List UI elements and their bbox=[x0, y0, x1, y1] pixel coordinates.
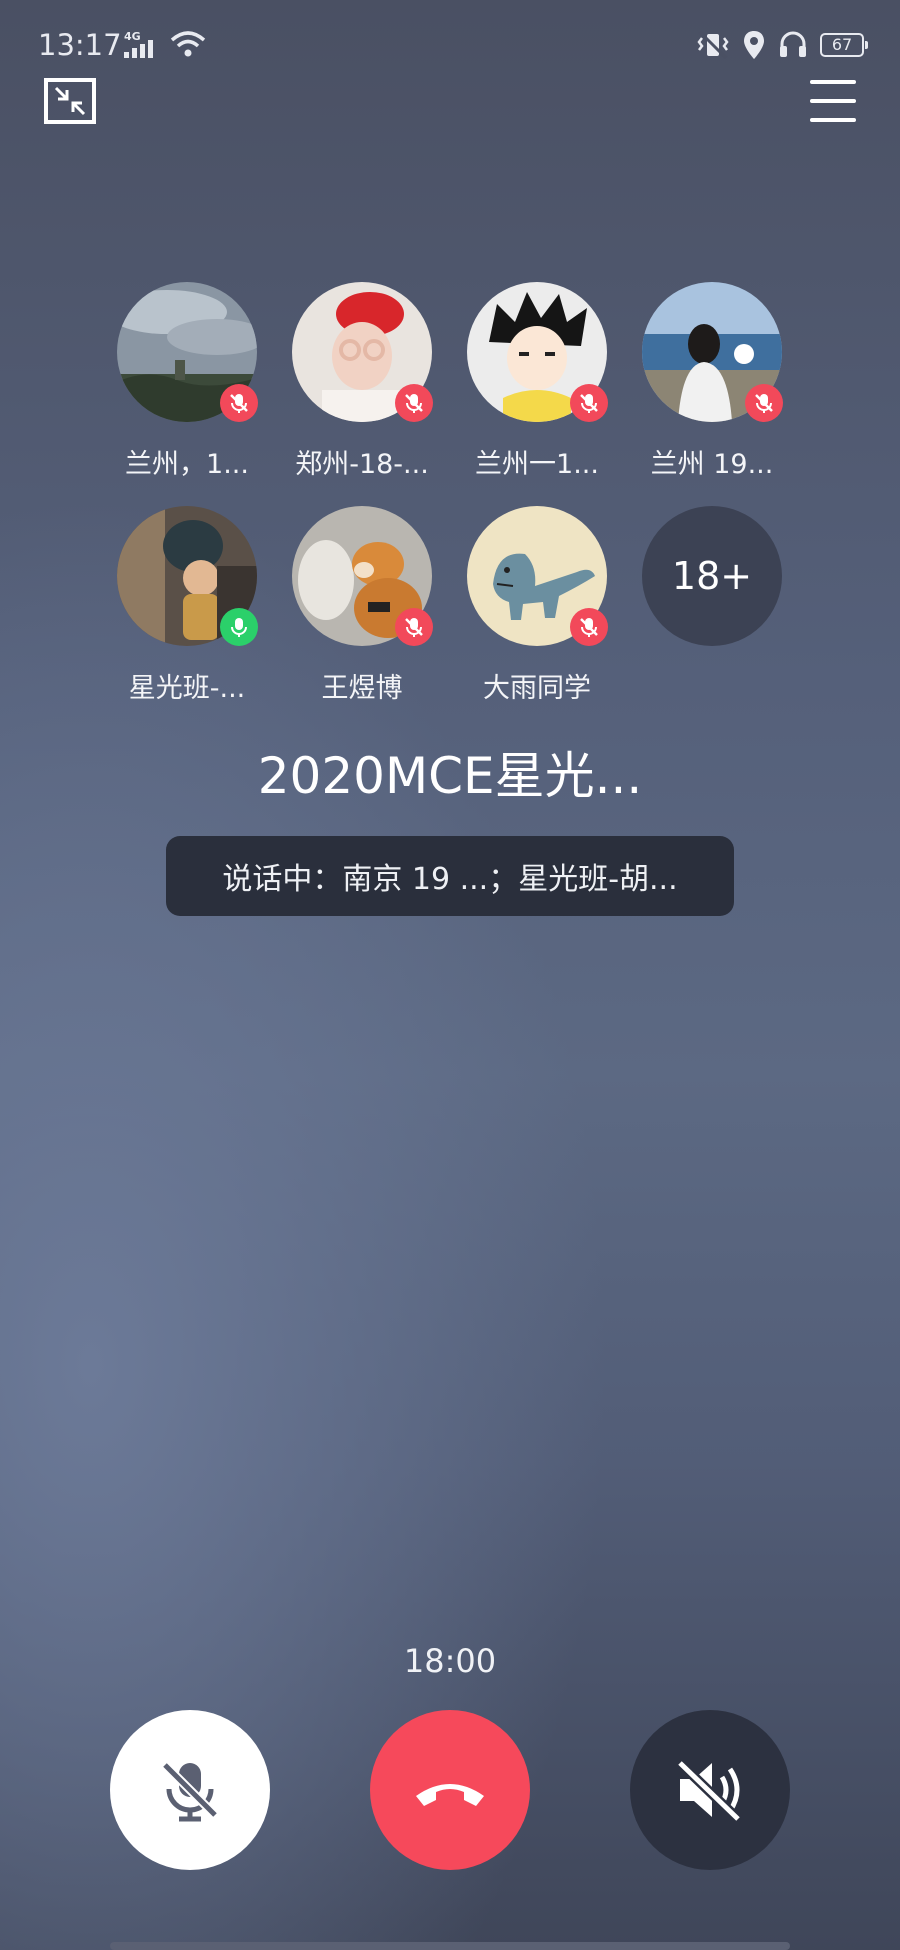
participant-tile[interactable]: 王煜博 bbox=[277, 506, 433, 706]
more-participants-tile[interactable]: 18+ bbox=[627, 506, 782, 706]
mic-muted-icon bbox=[755, 394, 773, 413]
mic-icon bbox=[231, 618, 247, 637]
participant-tile[interactable]: 兰州，1... bbox=[102, 282, 258, 482]
mic-muted-icon bbox=[405, 394, 423, 413]
participant-name: 兰州 19... bbox=[650, 449, 774, 480]
mute-mic-button[interactable] bbox=[110, 1710, 270, 1870]
participant-tile[interactable]: 兰州 19... bbox=[627, 282, 783, 482]
battery-icon: 67 bbox=[820, 33, 868, 57]
participant-name: 星光班-... bbox=[128, 673, 246, 704]
mic-muted-icon bbox=[580, 394, 598, 413]
speaker-muted-icon bbox=[676, 1759, 742, 1823]
vibrate-icon bbox=[697, 30, 729, 60]
participant-grid: 兰州，1... 郑州-18-... 兰州一1... 兰州 19... 星光班-.… bbox=[102, 282, 802, 704]
speaker-toggle-button[interactable] bbox=[630, 1710, 790, 1870]
home-indicator[interactable] bbox=[110, 1942, 790, 1950]
wifi-icon bbox=[170, 31, 206, 57]
location-icon bbox=[744, 31, 764, 59]
participant-tile[interactable]: 星光班-... bbox=[102, 506, 258, 706]
minimize-icon bbox=[54, 86, 86, 116]
menu-button[interactable] bbox=[810, 80, 856, 122]
menu-icon-bar bbox=[810, 80, 856, 84]
participant-name: 郑州-18-... bbox=[295, 449, 429, 480]
status-bar: 13:17 4G 67 bbox=[0, 0, 900, 90]
mic-muted-icon bbox=[161, 1761, 219, 1822]
mic-muted-badge bbox=[395, 608, 433, 646]
mic-muted-icon bbox=[230, 394, 248, 413]
mic-muted-badge bbox=[220, 384, 258, 422]
mic-muted-badge bbox=[395, 384, 433, 422]
menu-icon-bar bbox=[810, 99, 856, 103]
headset-icon bbox=[780, 31, 806, 57]
participant-name: 王煜博 bbox=[321, 673, 403, 704]
participant-tile[interactable]: 郑州-18-... bbox=[277, 282, 433, 482]
mic-speaking-badge bbox=[220, 608, 258, 646]
mic-muted-icon bbox=[580, 618, 598, 637]
hangup-button[interactable] bbox=[370, 1710, 530, 1870]
participant-name: 兰州，1... bbox=[125, 449, 249, 480]
hangup-icon bbox=[416, 1784, 484, 1806]
mic-muted-icon bbox=[405, 618, 423, 637]
mic-muted-badge bbox=[745, 384, 783, 422]
participant-name: 大雨同学 bbox=[483, 673, 591, 704]
participant-tile[interactable]: 兰州一1... bbox=[452, 282, 608, 482]
group-title: 2020MCE星光... bbox=[257, 747, 643, 805]
menu-icon-bar bbox=[810, 118, 856, 122]
participant-tile[interactable]: 大雨同学 bbox=[452, 506, 608, 706]
mic-muted-badge bbox=[570, 608, 608, 646]
more-participants-count: 18+ bbox=[642, 506, 782, 646]
participant-name: 兰州一1... bbox=[475, 449, 599, 480]
status-time: 13:17 bbox=[38, 28, 122, 62]
call-timer: 18:00 bbox=[403, 1642, 497, 1680]
signal-icon: 4G bbox=[124, 30, 162, 58]
minimize-button[interactable] bbox=[44, 78, 96, 124]
speaking-indicator: 说话中：南京 19 ...；星光班-胡... bbox=[166, 836, 734, 916]
speaking-text: 说话中：南京 19 ...；星光班-胡... bbox=[222, 862, 678, 897]
mic-muted-badge bbox=[570, 384, 608, 422]
